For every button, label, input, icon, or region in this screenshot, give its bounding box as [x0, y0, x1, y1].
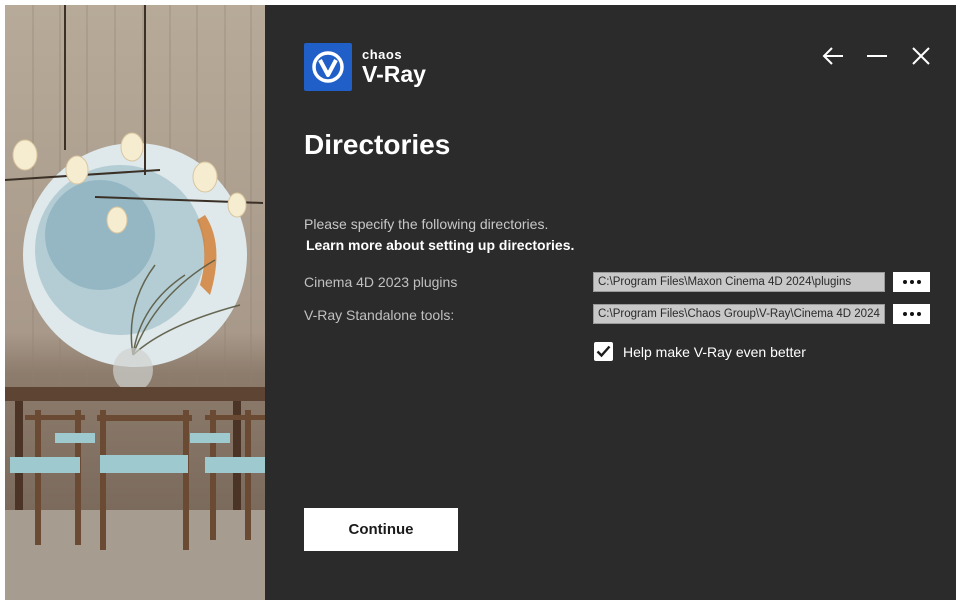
c4d-plugins-browse-button[interactable] [893, 272, 930, 292]
setup-panel: chaos V-Ray Directories Please specify t… [265, 5, 956, 600]
ellipsis-icon [902, 312, 921, 316]
learn-more-link[interactable]: Learn more about setting up directories. [306, 237, 574, 253]
v-ray-logo-icon [304, 43, 352, 91]
c4d-plugins-label: Cinema 4D 2023 plugins [304, 274, 458, 290]
close-icon[interactable] [908, 43, 934, 69]
checkmark-icon [596, 345, 611, 358]
telemetry-label: Help make V-Ray even better [623, 343, 806, 360]
continue-button[interactable]: Continue [304, 508, 458, 551]
intro-text: Please specify the following directories… [304, 216, 549, 232]
minimize-icon[interactable] [864, 43, 890, 69]
vray-standalone-browse-button[interactable] [893, 304, 930, 324]
arrow-left-icon[interactable] [820, 43, 846, 69]
brand-company: chaos [362, 47, 403, 62]
telemetry-checkbox[interactable] [594, 342, 613, 361]
installer-window: chaos V-Ray Directories Please specify t… [5, 5, 956, 600]
ellipsis-icon [902, 280, 921, 284]
page-title: Directories [304, 129, 451, 160]
telemetry-option[interactable]: Help make V-Ray even better [594, 342, 806, 361]
brand-product: V-Ray [362, 61, 426, 87]
dining-room-image [5, 5, 265, 600]
vray-standalone-label: V-Ray Standalone tools: [304, 307, 455, 323]
c4d-plugins-path-input[interactable] [593, 272, 885, 292]
vray-standalone-path-input[interactable] [593, 304, 885, 324]
vray-logo: chaos V-Ray [304, 43, 426, 91]
window-controls [820, 43, 934, 69]
